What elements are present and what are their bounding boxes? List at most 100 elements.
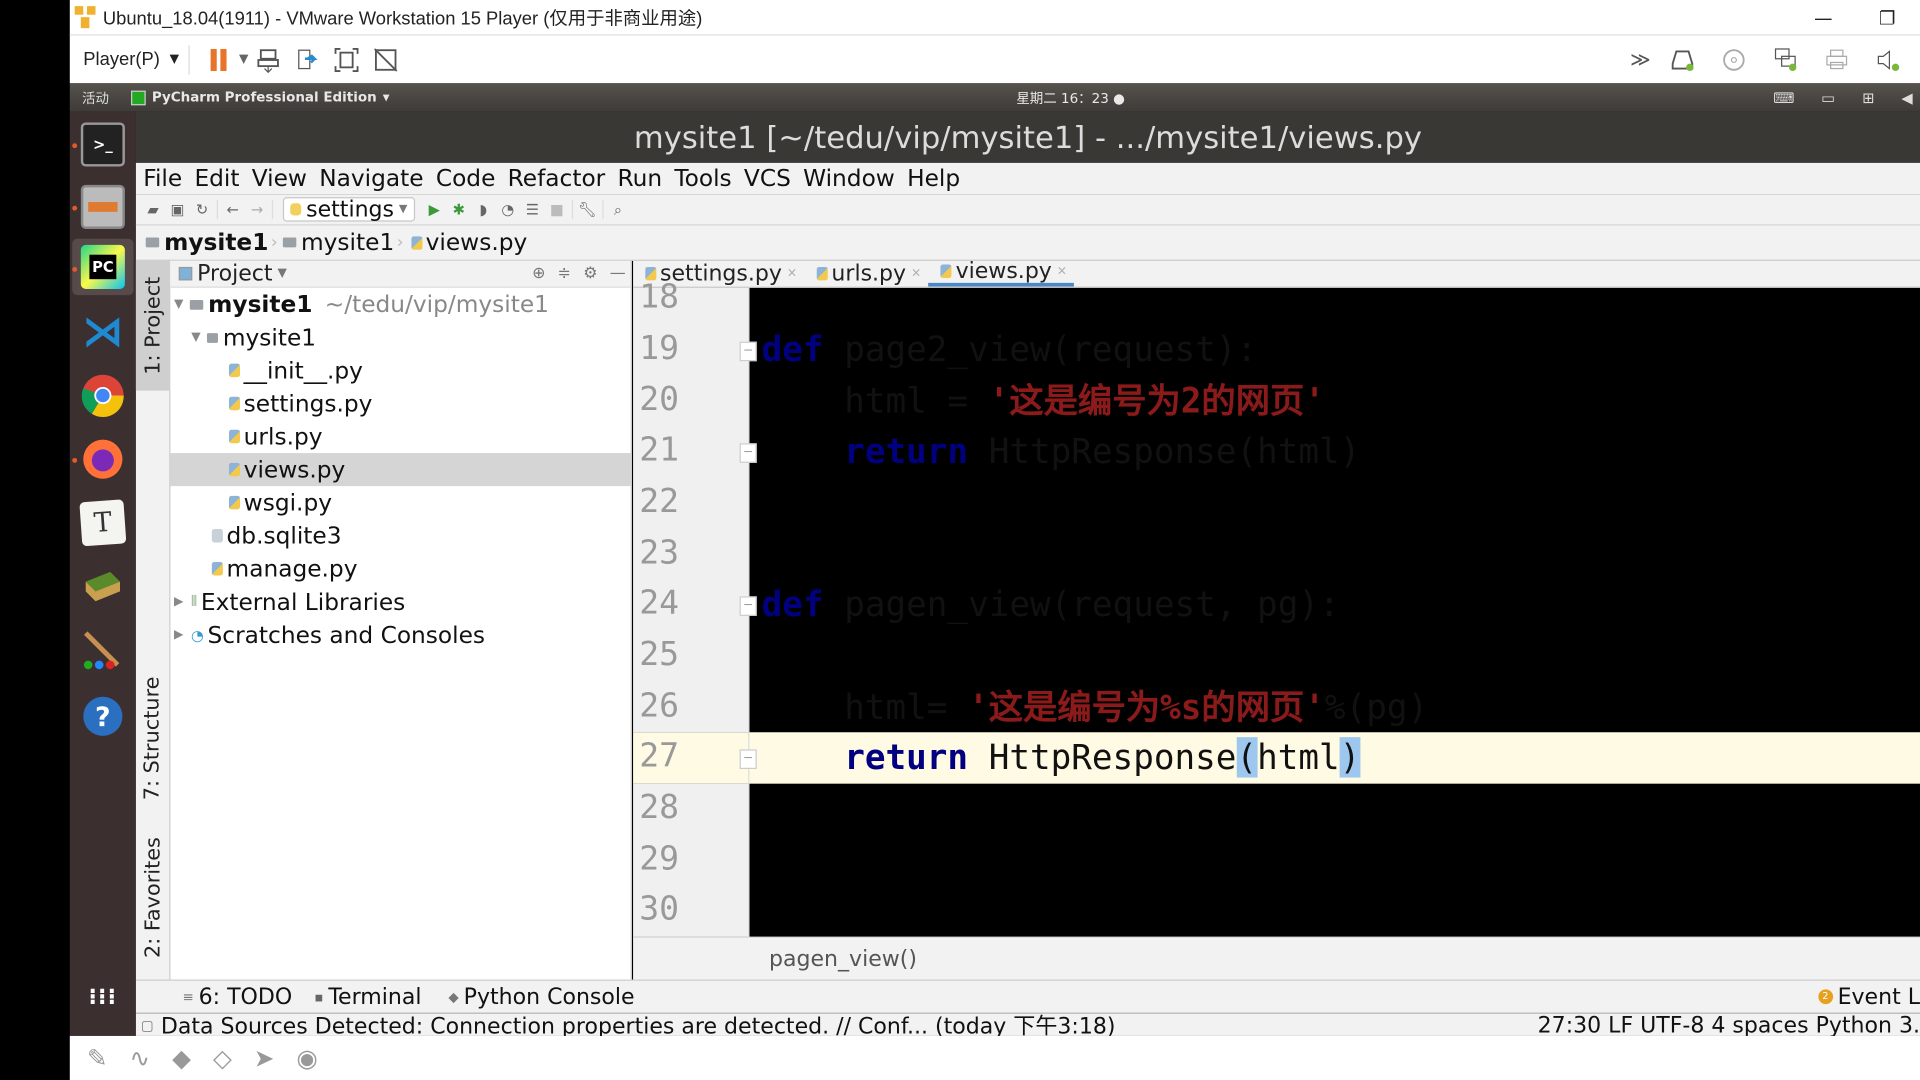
- player-menu-dropdown-icon[interactable]: ▼: [170, 53, 179, 66]
- fullscreen-icon[interactable]: [333, 46, 360, 73]
- breadcrumb-package[interactable]: mysite1: [301, 229, 394, 256]
- save-icon[interactable]: ▣: [165, 201, 189, 218]
- tab-favorites-toolwindow[interactable]: 2: Favorites: [136, 824, 170, 971]
- dock-terminal-icon[interactable]: >_: [80, 122, 125, 167]
- menu-vcs[interactable]: VCS: [744, 165, 791, 192]
- tab-python-console[interactable]: ◆ Python Console: [448, 984, 634, 1010]
- run-icon[interactable]: ▶: [422, 201, 446, 218]
- keyboard-icon[interactable]: ⌨: [1773, 89, 1794, 106]
- restore-button[interactable]: ❐: [1879, 7, 1895, 29]
- breadcrumb-project[interactable]: mysite1: [164, 229, 268, 256]
- tree-row-file[interactable]: wsgi.py: [170, 486, 630, 519]
- debug-icon[interactable]: ✱: [447, 201, 471, 218]
- project-view-select[interactable]: Project: [197, 261, 272, 287]
- fill-icon[interactable]: ◆: [172, 1043, 191, 1072]
- tab-todo[interactable]: ≡ 6: TODO: [182, 984, 292, 1010]
- record-icon[interactable]: ◉: [296, 1043, 317, 1072]
- menu-window[interactable]: Window: [803, 165, 895, 192]
- input-method-icon[interactable]: ▭: [1821, 89, 1835, 106]
- curve-icon[interactable]: ∿: [130, 1043, 151, 1072]
- cd-rom-icon[interactable]: [1720, 46, 1747, 73]
- dock-firefox-icon[interactable]: [81, 437, 125, 481]
- sound-card-icon[interactable]: [1875, 46, 1902, 73]
- network-adapter-icon[interactable]: [1772, 46, 1799, 73]
- menu-code[interactable]: Code: [436, 165, 496, 192]
- tree-row-external-libraries[interactable]: ▶ ⫴ External Libraries: [170, 585, 630, 618]
- pointer-icon[interactable]: ➤: [254, 1043, 275, 1072]
- menu-navigate[interactable]: Navigate: [319, 165, 423, 192]
- search-icon[interactable]: ⌕: [606, 200, 630, 218]
- back-icon[interactable]: ←: [220, 201, 244, 218]
- concurrency-icon[interactable]: ☰: [520, 201, 544, 218]
- open-folder-icon[interactable]: ▰: [141, 201, 165, 218]
- close-tab-icon[interactable]: ×: [787, 266, 797, 279]
- menu-refactor[interactable]: Refactor: [508, 165, 606, 192]
- code-editor[interactable]: def page2_view(request): html = '这是编号为2的…: [749, 288, 1920, 937]
- send-ctrl-alt-del-icon[interactable]: [255, 46, 282, 73]
- tree-row-file[interactable]: manage.py: [170, 552, 630, 585]
- dock-books-icon[interactable]: [81, 564, 125, 608]
- coverage-icon[interactable]: ◗: [471, 201, 495, 218]
- collapse-all-icon[interactable]: ≑: [558, 264, 571, 282]
- hide-panel-icon[interactable]: —: [610, 264, 626, 282]
- run-configuration-select[interactable]: settings ▼: [282, 197, 415, 222]
- status-toggle-icon[interactable]: ▢: [141, 1017, 154, 1033]
- collapse-arrow-icon[interactable]: ▶: [170, 628, 187, 641]
- dock-typora-icon[interactable]: T: [79, 499, 127, 547]
- more-devices-icon[interactable]: ≫: [1630, 48, 1651, 71]
- unity-icon[interactable]: [372, 46, 399, 73]
- menu-run[interactable]: Run: [617, 165, 662, 192]
- eraser-icon[interactable]: ◇: [213, 1043, 232, 1072]
- tree-row-project-root[interactable]: ▼ mysite1 ~/tedu/vip/mysite1: [170, 288, 630, 321]
- pause-icon[interactable]: [206, 46, 233, 73]
- tab-urls-py[interactable]: urls.py ×: [804, 260, 928, 287]
- pen-icon[interactable]: ✎: [87, 1043, 108, 1072]
- removable-devices-icon[interactable]: [294, 46, 321, 73]
- gear-icon[interactable]: ⚙: [583, 264, 597, 282]
- stop-icon[interactable]: ■: [545, 201, 569, 218]
- collapse-arrow-icon[interactable]: ▶: [170, 595, 187, 608]
- current-function-crumb[interactable]: pagen_view(): [769, 946, 917, 972]
- tree-row-file[interactable]: settings.py: [170, 387, 630, 420]
- app-menu[interactable]: PyCharm Professional Edition ▾: [131, 89, 390, 105]
- dock-chrome-icon[interactable]: [81, 373, 125, 418]
- tab-structure-toolwindow[interactable]: 7: Structure: [136, 665, 170, 812]
- menu-help[interactable]: Help: [907, 165, 960, 192]
- clock[interactable]: 星期二 16：23 ●: [1016, 88, 1125, 108]
- menu-tools[interactable]: Tools: [674, 165, 731, 192]
- dock-pycharm-icon[interactable]: PC: [80, 244, 125, 289]
- menu-view[interactable]: View: [252, 165, 307, 192]
- dock-help-icon[interactable]: ?: [81, 694, 125, 738]
- tab-event-log[interactable]: 2 Event L: [1817, 984, 1920, 1010]
- pause-dropdown-icon[interactable]: ▼: [239, 53, 248, 66]
- printer-icon[interactable]: [1823, 46, 1850, 73]
- dock-vscode-icon[interactable]: ⋊: [81, 307, 125, 356]
- chevron-down-icon[interactable]: ▼: [277, 267, 286, 280]
- tab-terminal[interactable]: ▪ Terminal: [314, 984, 421, 1010]
- breadcrumb-file[interactable]: views.py: [426, 229, 528, 256]
- tab-project-toolwindow[interactable]: 1: Project: [135, 260, 171, 391]
- status-position-encoding[interactable]: 27:30 LF UTF-8 4 spaces Python 3.: [1538, 1012, 1920, 1038]
- tree-row-file[interactable]: __init__.py: [170, 354, 630, 387]
- tree-row-file[interactable]: db.sqlite3: [170, 519, 630, 552]
- sync-icon[interactable]: ↻: [190, 201, 214, 218]
- tree-row-file-selected[interactable]: views.py: [170, 453, 631, 487]
- dock-paint-icon[interactable]: [81, 628, 125, 672]
- hard-disk-icon[interactable]: [1669, 46, 1696, 73]
- volume-icon[interactable]: ◀: [1901, 89, 1912, 106]
- show-applications-icon[interactable]: ⁝⁝⁝: [81, 976, 125, 1020]
- tab-views-py[interactable]: views.py ×: [928, 258, 1075, 287]
- tree-row-file[interactable]: urls.py: [170, 420, 630, 453]
- activities-button[interactable]: 活动: [82, 88, 109, 108]
- settings-wrench-icon[interactable]: 🔧︎: [575, 201, 599, 218]
- expand-arrow-icon[interactable]: ▼: [187, 331, 204, 344]
- network-icon[interactable]: ⊞: [1862, 89, 1874, 106]
- dock-files-icon[interactable]: [80, 184, 125, 229]
- player-menu[interactable]: Player(P): [83, 49, 160, 70]
- profile-icon[interactable]: ◔: [496, 201, 520, 218]
- expand-arrow-icon[interactable]: ▼: [170, 298, 187, 311]
- menu-edit[interactable]: Edit: [194, 165, 239, 192]
- close-tab-icon[interactable]: ×: [911, 266, 921, 279]
- minimize-button[interactable]: —: [1814, 7, 1832, 29]
- close-tab-icon[interactable]: ×: [1057, 264, 1067, 277]
